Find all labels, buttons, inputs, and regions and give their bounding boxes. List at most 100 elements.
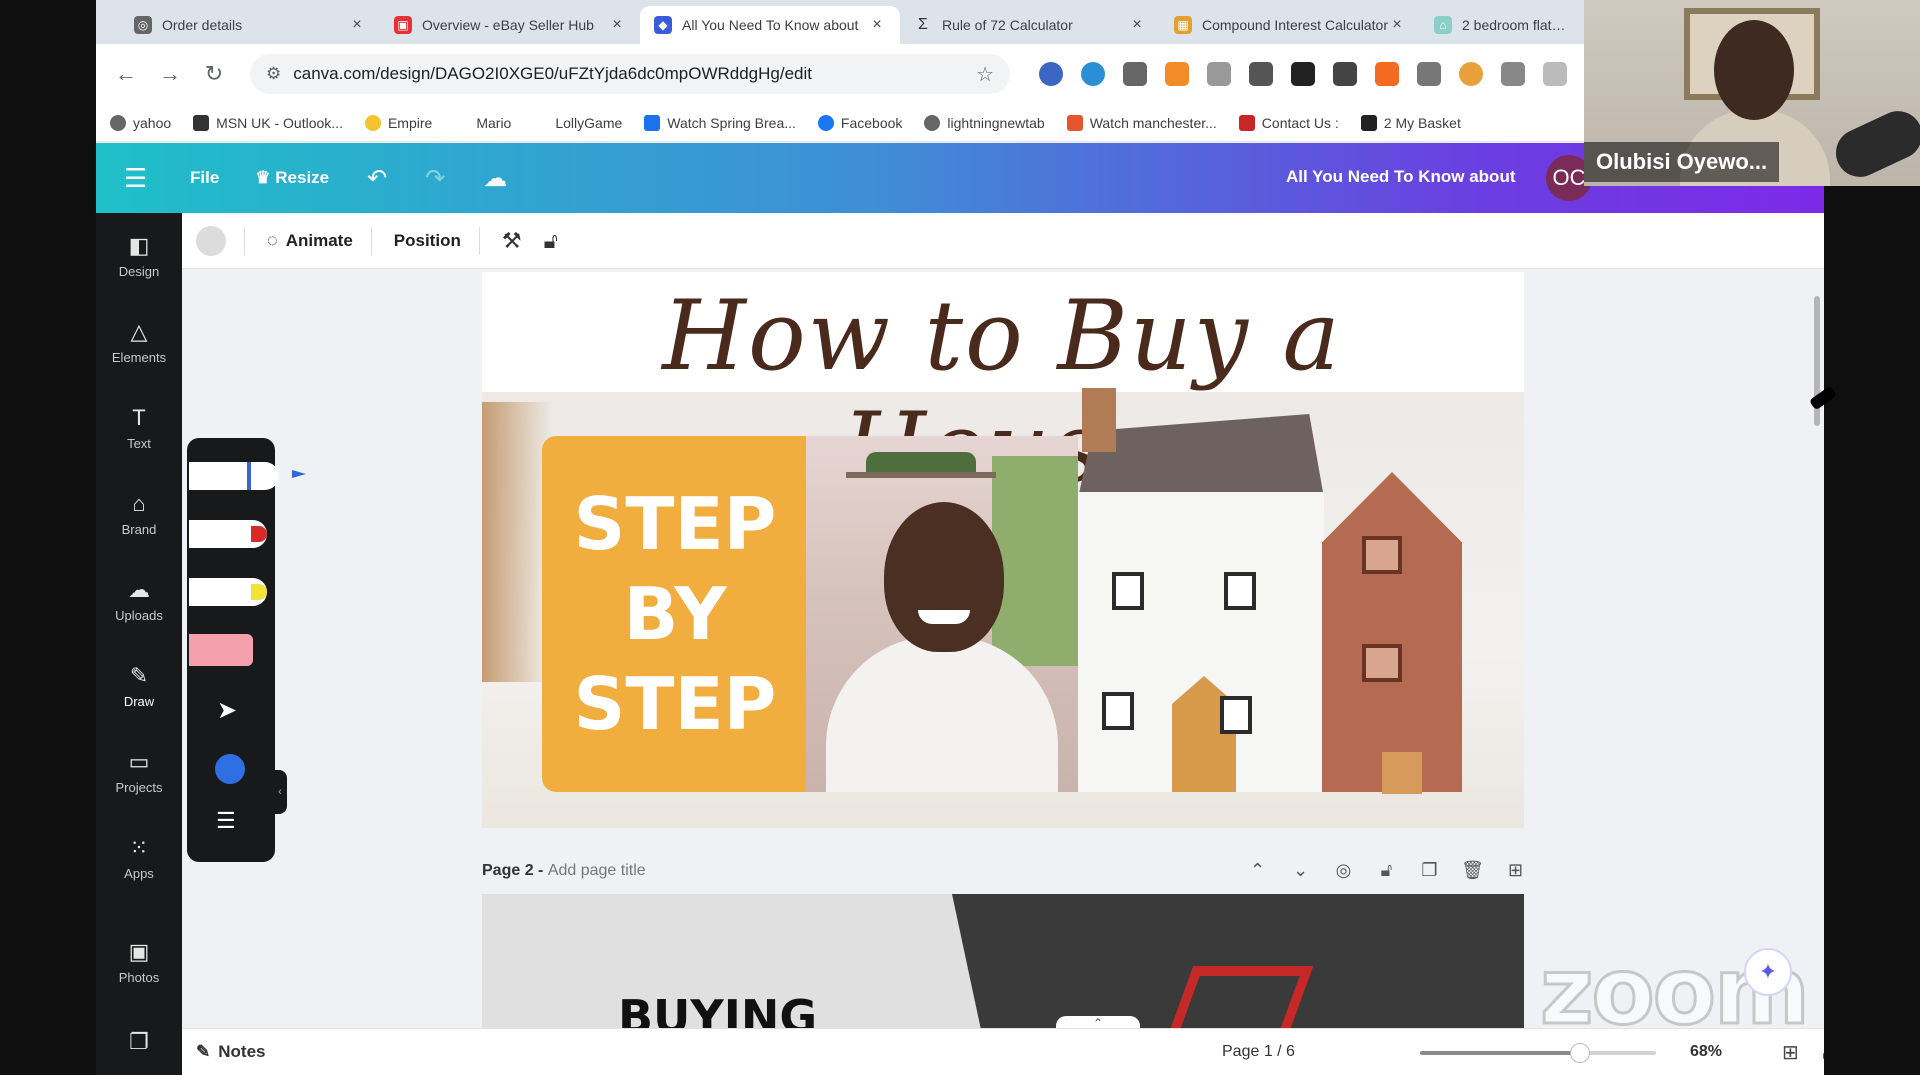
bookmark-item[interactable]: lightningnewtab (924, 114, 1045, 131)
extension-icon[interactable] (1333, 62, 1357, 86)
p2p-icon (1066, 114, 1083, 131)
document-title[interactable]: All You Need To Know about (1286, 167, 1516, 187)
notes-button[interactable]: ✎ Notes (196, 1042, 265, 1062)
bookmark-item[interactable]: Contact Us : (1238, 114, 1339, 131)
sidebar-item-apps[interactable]: ⁙ Apps (96, 835, 182, 881)
sidebar-item-photos[interactable]: ▣ Photos (96, 939, 182, 985)
magic-sparkle-button[interactable]: ✦ (1744, 948, 1792, 996)
zoom-slider-thumb[interactable] (1570, 1043, 1590, 1063)
sidebar-item-projects[interactable]: ▭ Projects (96, 749, 182, 795)
position-button[interactable]: Position (394, 231, 461, 251)
forward-icon[interactable]: → (148, 61, 192, 87)
page-2-title[interactable]: Page 2 - Add page title (482, 862, 646, 880)
bookmark-star-icon[interactable]: ☆ (976, 62, 994, 87)
color-swatch[interactable] (196, 225, 226, 256)
highlighter-tool[interactable] (189, 578, 267, 606)
cloud-saved-icon[interactable]: ☁ (483, 164, 507, 193)
extension-icon[interactable] (1207, 62, 1231, 86)
extension-icon[interactable] (1039, 62, 1063, 86)
close-tab-icon[interactable]: × (1388, 16, 1406, 34)
pen-color-picker[interactable] (215, 754, 245, 784)
msn-icon (193, 114, 210, 131)
extension-icon[interactable] (1501, 62, 1525, 86)
sidebar-item-design[interactable]: ◧ Design (96, 233, 182, 279)
bookmark-item[interactable]: Watch Spring Brea... (644, 114, 796, 131)
paint-roller-icon[interactable]: ⚒ (502, 228, 522, 254)
delete-page-icon[interactable]: 🗑︎ (1451, 860, 1494, 881)
select-arrow-icon[interactable]: ➤ (217, 696, 237, 725)
extension-icon[interactable] (1459, 62, 1483, 86)
screen: ◎ Order details × ▣ Overview - eBay Sell… (96, 0, 1824, 1075)
animate-button[interactable]: ◌ Animate (267, 230, 353, 251)
extension-icon[interactable] (1165, 62, 1189, 86)
redo-icon[interactable]: ↷ (425, 164, 445, 193)
move-down-icon[interactable]: ⌄ (1279, 860, 1322, 881)
collapse-panel-button[interactable]: ‹ (273, 770, 287, 814)
bookmark-label: yahoo (133, 114, 172, 131)
browser-tab[interactable]: ▣ Overview - eBay Seller Hub × (380, 6, 640, 44)
extension-icon[interactable] (1249, 62, 1273, 86)
sidebar-item-label: Design (118, 264, 160, 279)
design-page-2[interactable]: BUYING (482, 894, 1524, 1028)
draw-tools-panel: ➤ ☰ (187, 438, 279, 862)
design-page-1[interactable]: How to Buy a House STEP BY STEP (482, 272, 1524, 828)
bookmark-item[interactable]: Mario (476, 115, 511, 131)
bookmark-item[interactable]: MSN UK - Outlook... (193, 114, 343, 131)
sidebar-item-uploads[interactable]: ☁ Uploads (96, 577, 182, 623)
step-by-step-box[interactable]: STEP BY STEP (542, 436, 808, 792)
extension-icon[interactable] (1417, 62, 1441, 86)
browser-tab-active[interactable]: ◆ All You Need To Know about × (640, 6, 900, 44)
file-menu[interactable]: File (190, 168, 219, 188)
hide-page-icon[interactable]: ◎ (1322, 860, 1365, 881)
back-icon[interactable]: ← (104, 61, 148, 87)
extension-icon[interactable] (1123, 62, 1147, 86)
bookmark-item[interactable]: LollyGame (555, 115, 622, 131)
browser-tab[interactable]: ▦ Compound Interest Calculator × (1160, 6, 1420, 44)
duplicate-page-icon[interactable]: ❐ (1408, 860, 1451, 881)
sidebar-item-text[interactable]: T Text (96, 405, 182, 451)
extension-icon[interactable] (1291, 62, 1315, 86)
page-title-placeholder[interactable]: Add page title (548, 862, 646, 879)
stroke-weight-icon[interactable]: ☰ (216, 808, 236, 834)
sidebar-item-elements[interactable]: △ Elements (96, 319, 182, 365)
bookmark-item[interactable]: yahoo (110, 114, 172, 131)
pen-tip-icon (292, 470, 306, 478)
page-2-heading[interactable]: BUYING (618, 990, 817, 1028)
close-tab-icon[interactable]: × (1128, 16, 1146, 34)
bookmark-item[interactable]: Watch manchester... (1066, 114, 1217, 131)
browser-tab[interactable]: ⌂ 2 bedroom flat for (1420, 6, 1580, 44)
lock-page-icon[interactable]: 🔓︎ (1365, 860, 1408, 881)
lock-icon[interactable]: 🔓︎ (544, 228, 558, 254)
pen-tool[interactable] (189, 462, 279, 490)
bookmark-item[interactable]: 2 My Basket (1360, 114, 1461, 131)
presenter-photo[interactable] (806, 436, 1078, 792)
add-page-icon[interactable]: ⊞ (1494, 860, 1537, 881)
sidebar-item-brand[interactable]: ⌂ Brand (96, 491, 182, 537)
eraser-tool[interactable] (189, 634, 253, 666)
reload-icon[interactable]: ↻ (192, 61, 236, 87)
zoom-slider[interactable] (1420, 1043, 1656, 1063)
extensions-puzzle-icon[interactable] (1543, 62, 1567, 86)
undo-icon[interactable]: ↶ (367, 164, 387, 193)
move-up-icon[interactable]: ⌃ (1236, 860, 1279, 881)
sidebar-item-draw[interactable]: ✎ Draw (96, 663, 182, 709)
sidebar-item-more[interactable]: ❐ (96, 1029, 182, 1060)
resize-menu[interactable]: ♛ Resize (255, 168, 329, 188)
close-tab-icon[interactable]: × (868, 16, 886, 34)
fullscreen-icon[interactable]: ⤢ (1822, 1041, 1824, 1064)
bookmark-item[interactable]: Empire (364, 114, 432, 131)
close-tab-icon[interactable]: × (608, 16, 626, 34)
bookmark-item[interactable]: Facebook (817, 114, 902, 131)
marker-tool[interactable] (189, 520, 267, 548)
browser-tab[interactable]: Σ Rule of 72 Calculator × (900, 6, 1160, 44)
calculator-icon: ▦ (1174, 16, 1192, 34)
menu-icon[interactable]: ☰ (124, 163, 154, 194)
site-settings-icon[interactable]: ⚙ (266, 64, 281, 84)
extension-icon[interactable] (1375, 62, 1399, 86)
zoom-percentage[interactable]: 68% (1690, 1043, 1722, 1061)
close-tab-icon[interactable]: × (348, 16, 366, 34)
page-count[interactable]: Page 1 / 6 (1222, 1043, 1295, 1061)
url-field[interactable]: ⚙ canva.com/design/DAGO2I0XGE0/uFZtYjda6… (250, 54, 1010, 94)
extension-icon[interactable] (1081, 62, 1105, 86)
browser-tab[interactable]: ◎ Order details × (120, 6, 380, 44)
